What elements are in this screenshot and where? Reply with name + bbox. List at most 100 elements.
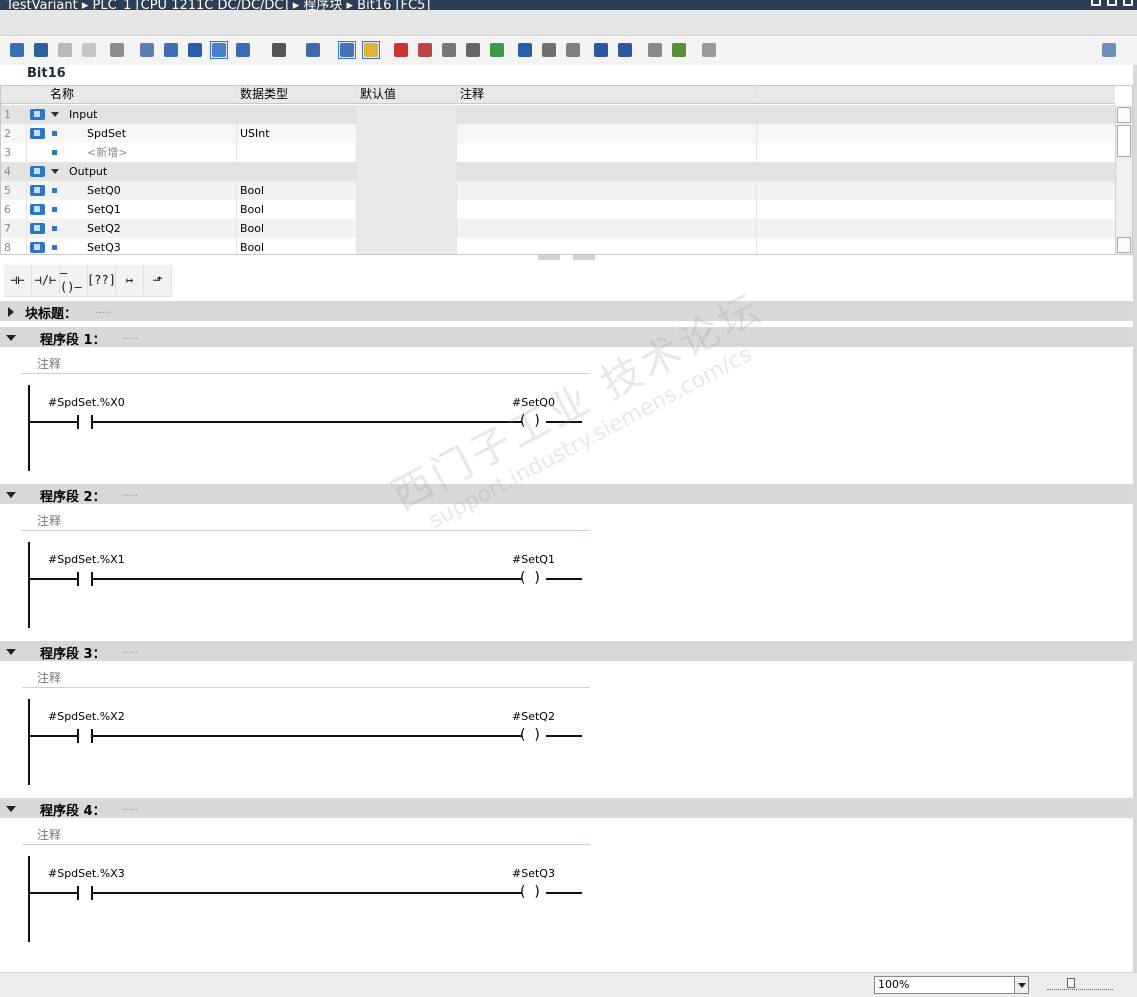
var-type[interactable] bbox=[237, 162, 357, 181]
var-comment[interactable] bbox=[457, 200, 757, 219]
var-name[interactable]: Output bbox=[47, 162, 237, 181]
no-contact-icon[interactable]: ⊣⊢ bbox=[4, 265, 32, 295]
zoom-slider[interactable] bbox=[1047, 978, 1113, 990]
coil-icon[interactable]: ( ) bbox=[520, 414, 540, 428]
table-row[interactable]: 2 SpdSet USInt bbox=[1, 124, 1115, 143]
empty-box-icon[interactable]: [??] bbox=[87, 265, 116, 295]
no-contact-left[interactable] bbox=[77, 729, 79, 743]
splitter-up-handle[interactable] bbox=[538, 255, 560, 260]
network-navigation-icon[interactable] bbox=[338, 41, 356, 59]
var-comment[interactable] bbox=[457, 105, 757, 124]
disable-breakpoint-icon[interactable] bbox=[440, 41, 458, 59]
no-contact-left[interactable] bbox=[77, 415, 79, 429]
network-open-icon[interactable] bbox=[138, 41, 156, 59]
var-default[interactable] bbox=[357, 143, 457, 162]
table-row[interactable]: 1 Input bbox=[1, 105, 1115, 124]
var-name[interactable]: SetQ0 bbox=[47, 181, 237, 200]
table-row[interactable]: 7 SetQ2 Bool bbox=[1, 219, 1115, 238]
absolute-address-icon[interactable] bbox=[108, 41, 126, 59]
network-4-header[interactable]: 程序段 4： ..... bbox=[0, 798, 1133, 819]
coil-icon[interactable]: ( ) bbox=[520, 571, 540, 585]
no-contact-left[interactable] bbox=[77, 886, 79, 900]
restore-icon[interactable] bbox=[1107, 0, 1117, 6]
block-title-value[interactable]: ..... bbox=[95, 305, 111, 316]
table-row[interactable]: 8 SetQ3 Bool bbox=[1, 238, 1115, 254]
step-out-icon[interactable] bbox=[564, 41, 582, 59]
var-comment[interactable] bbox=[457, 162, 757, 181]
var-comment[interactable] bbox=[457, 143, 757, 162]
delete-network-icon[interactable] bbox=[32, 41, 50, 59]
nc-contact-icon[interactable]: ⊣/⊢ bbox=[32, 265, 60, 295]
var-type[interactable] bbox=[237, 143, 357, 162]
var-default[interactable] bbox=[357, 181, 457, 200]
coil-operand[interactable]: #SetQ1 bbox=[512, 553, 555, 566]
coil-operand[interactable]: #SetQ0 bbox=[512, 396, 555, 409]
var-type[interactable]: USInt bbox=[237, 124, 357, 143]
insert-network-icon[interactable] bbox=[8, 41, 26, 59]
coil-operand[interactable]: #SetQ2 bbox=[512, 710, 555, 723]
no-contact-left[interactable] bbox=[77, 572, 79, 586]
network-title-value[interactable]: ..... bbox=[122, 802, 138, 813]
close-branch-icon[interactable]: ⬏ bbox=[144, 265, 172, 295]
contact-operand[interactable]: #SpdSet.%X3 bbox=[48, 867, 125, 880]
header-name[interactable]: 名称 bbox=[47, 86, 237, 104]
tag-info-hierarchy-icon[interactable] bbox=[304, 41, 322, 59]
var-type[interactable]: Bool bbox=[237, 219, 357, 238]
favorites-bar-icon[interactable] bbox=[362, 41, 380, 59]
network-comment[interactable]: 注释 bbox=[22, 666, 590, 688]
table-row[interactable]: 3 <新增> bbox=[1, 143, 1115, 162]
table-row[interactable]: 5 SetQ0 Bool bbox=[1, 181, 1115, 200]
var-default[interactable] bbox=[357, 162, 457, 181]
network-close-icon[interactable] bbox=[162, 41, 180, 59]
step-into-icon[interactable] bbox=[516, 41, 534, 59]
var-type[interactable]: Bool bbox=[237, 200, 357, 219]
var-name[interactable]: SetQ2 bbox=[47, 219, 237, 238]
var-comment[interactable] bbox=[457, 181, 757, 200]
var-name[interactable]: SetQ3 bbox=[47, 238, 237, 254]
var-default[interactable] bbox=[357, 238, 457, 254]
block-title-bar[interactable]: 块标题： ..... bbox=[0, 301, 1133, 322]
enable-breakpoint-icon[interactable] bbox=[464, 41, 482, 59]
favorites-icon[interactable] bbox=[186, 41, 204, 59]
collapse-arrow-icon[interactable] bbox=[6, 806, 16, 812]
var-default[interactable] bbox=[357, 124, 457, 143]
scroll-down-icon[interactable] bbox=[1117, 237, 1131, 253]
coil-icon[interactable]: ( ) bbox=[520, 885, 540, 899]
header-default[interactable]: 默认值 bbox=[357, 86, 457, 104]
var-type[interactable] bbox=[237, 105, 357, 124]
snapshot-icon[interactable] bbox=[700, 41, 718, 59]
monitoring-icon[interactable] bbox=[646, 41, 664, 59]
coil-icon[interactable]: ( ) bbox=[520, 728, 540, 742]
delete-breakpoint-icon[interactable] bbox=[416, 41, 434, 59]
scroll-up-icon[interactable] bbox=[1117, 107, 1131, 123]
network-comments-icon[interactable] bbox=[210, 41, 228, 59]
var-comment[interactable] bbox=[457, 219, 757, 238]
network-title-value[interactable]: ..... bbox=[122, 488, 138, 499]
zoom-select[interactable]: 100% bbox=[874, 976, 1029, 994]
coil-icon[interactable]: –()– bbox=[60, 265, 88, 295]
minimize-icon[interactable] bbox=[1091, 0, 1101, 6]
var-default[interactable] bbox=[357, 219, 457, 238]
var-comment[interactable] bbox=[457, 238, 757, 254]
network-title-value[interactable]: ..... bbox=[122, 645, 138, 656]
interface-scrollbar[interactable] bbox=[1115, 105, 1132, 254]
layout-toggle-icon[interactable] bbox=[1100, 41, 1118, 59]
zoom-slider-knob[interactable] bbox=[1067, 978, 1075, 988]
contact-operand[interactable]: #SpdSet.%X0 bbox=[48, 396, 125, 409]
operand-display-icon[interactable] bbox=[234, 41, 252, 59]
dropdown-arrow-icon[interactable] bbox=[1014, 977, 1028, 993]
var-type[interactable]: Bool bbox=[237, 181, 357, 200]
network-comment[interactable]: 注释 bbox=[22, 352, 590, 374]
coil-operand[interactable]: #SetQ3 bbox=[512, 867, 555, 880]
splitter-down-handle[interactable] bbox=[573, 255, 595, 260]
expand-arrow-icon[interactable] bbox=[8, 307, 14, 317]
header-type[interactable]: 数据类型 bbox=[237, 86, 357, 104]
var-name[interactable]: Input bbox=[47, 105, 237, 124]
step-over-icon[interactable] bbox=[540, 41, 558, 59]
open-branch-icon[interactable]: ↦ bbox=[116, 265, 144, 295]
network-2-header[interactable]: 程序段 2： ..... bbox=[0, 484, 1133, 505]
var-name[interactable]: SpdSet bbox=[47, 124, 237, 143]
var-name[interactable]: SetQ1 bbox=[47, 200, 237, 219]
monitor-all-icon[interactable] bbox=[670, 41, 688, 59]
var-comment[interactable] bbox=[457, 124, 757, 143]
